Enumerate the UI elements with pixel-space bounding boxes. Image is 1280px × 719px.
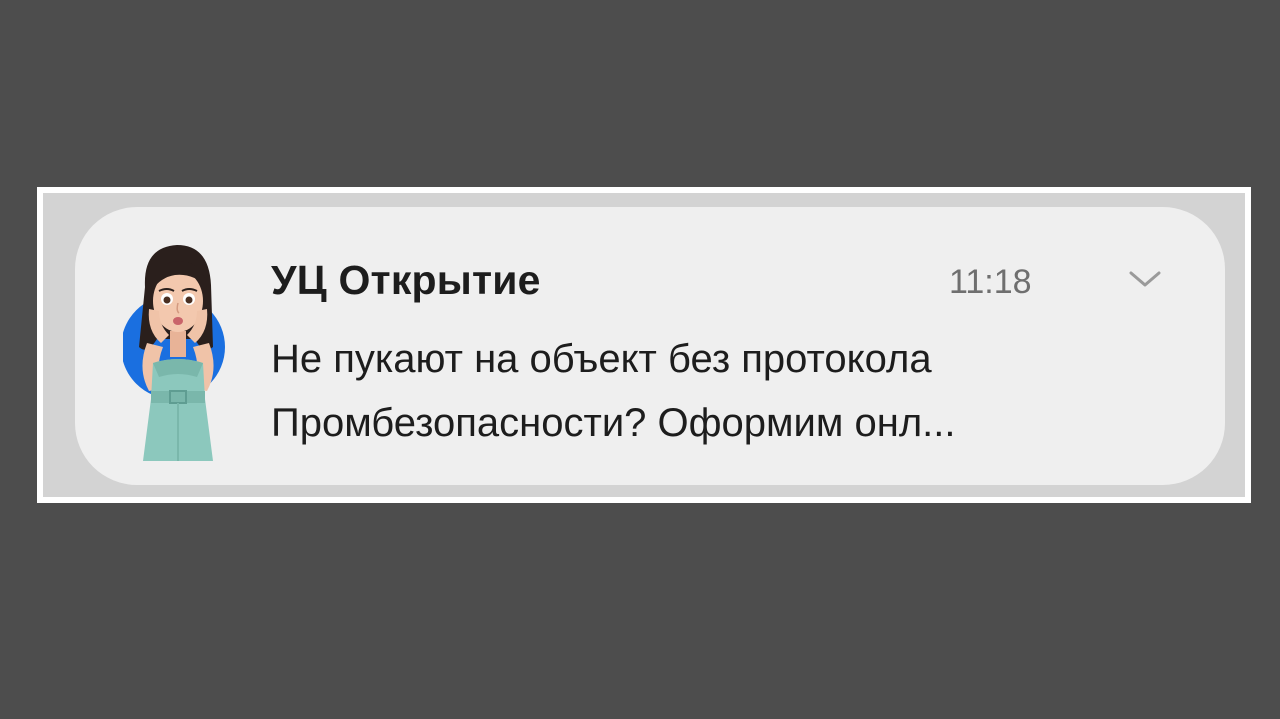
notification-sender: УЦ Открытие <box>271 257 541 303</box>
message-line: Промбезопасности? Оформим онл... <box>271 401 956 445</box>
message-line: Не пукают на объект без протокола <box>271 337 932 381</box>
notification-card[interactable]: УЦ Открытие 11:18 Не пукают на объект бе… <box>75 207 1225 485</box>
chevron-down-icon[interactable] <box>1127 267 1163 291</box>
notification-message: Не пукают на объект без протокола Промбе… <box>271 327 1131 455</box>
memoji-woman-avatar-icon <box>123 245 225 461</box>
notification-time: 11:18 <box>949 263 1032 301</box>
screenshot-frame: УЦ Открытие 11:18 Не пукают на объект бе… <box>37 187 1251 503</box>
